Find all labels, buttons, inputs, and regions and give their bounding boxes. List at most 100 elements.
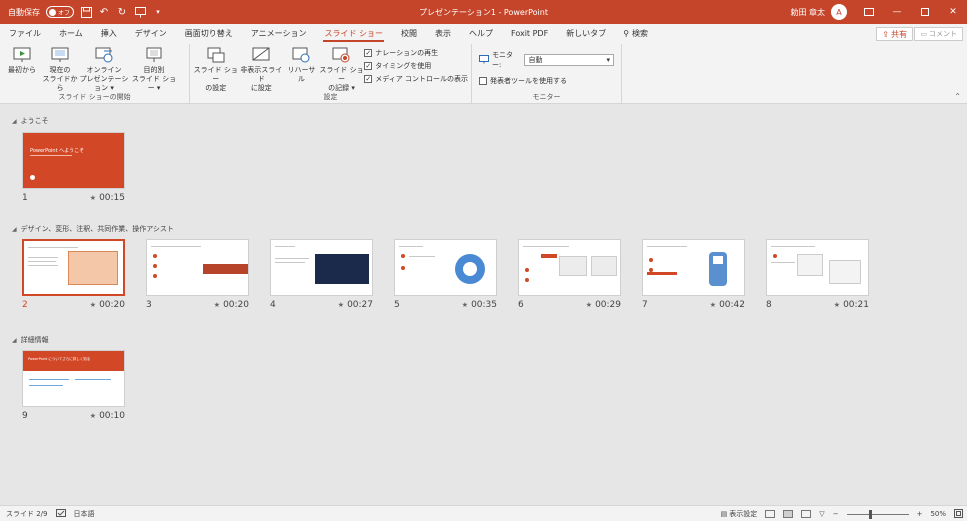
ribbon-tabs: ファイル ホーム 挿入 デザイン 画面切り替え アニメーション スライド ショー…	[0, 24, 967, 44]
presenter-view-checkbox[interactable]: 発表者ツールを使用する	[479, 76, 614, 86]
close-icon[interactable]: ✕	[939, 0, 967, 24]
from-beginning-button[interactable]: 最初から	[3, 46, 41, 75]
custom-slideshow-icon	[145, 46, 163, 64]
collapse-ribbon-icon[interactable]: ⌃	[954, 92, 961, 101]
start-from-beginning-icon[interactable]	[134, 6, 146, 18]
hide-slide-icon	[252, 46, 270, 64]
slide-thumbnail[interactable]: 4 ★ 00:27	[270, 239, 373, 310]
tab-foxit-pdf[interactable]: Foxit PDF	[502, 24, 557, 44]
zoom-level[interactable]: 50%	[930, 510, 946, 518]
reading-view-icon[interactable]	[801, 510, 812, 518]
use-timings-checkbox[interactable]: ✓ タイミングを使用	[364, 61, 468, 71]
record-slideshow-button[interactable]: スライド ショー の記録 ▾	[319, 46, 365, 93]
redo-icon[interactable]: ↻	[116, 6, 128, 18]
tab-file[interactable]: ファイル	[0, 24, 50, 44]
slide-number: 8	[766, 300, 772, 310]
slide-sorter-view-icon[interactable]	[783, 510, 794, 518]
record-slideshow-label: スライド ショー の記録 ▾	[319, 66, 364, 92]
autosave-toggle[interactable]: オフ	[46, 6, 74, 18]
custom-slideshow-label: 目的別 スライド ショー ▾	[131, 66, 177, 92]
star-icon: ★	[89, 301, 97, 309]
normal-view-icon[interactable]	[765, 510, 776, 518]
ribbon-group-start-slideshow: 最初から 現在の スライドから オンライン プレゼンテーション ▾ 目的別 スラ…	[0, 44, 190, 104]
zoom-slider[interactable]	[846, 509, 909, 519]
play-narrations-checkbox[interactable]: ✓ ナレーションの再生	[364, 48, 468, 58]
setup-slideshow-label: スライド ショー の設定	[193, 66, 238, 92]
comment-label: コメント	[929, 30, 957, 38]
slide-duration: 00:21	[843, 300, 869, 310]
slideshow-view-icon[interactable]: ▽	[819, 510, 824, 518]
slide-number: 4	[270, 300, 276, 310]
user-name[interactable]: 勅田 章太	[790, 7, 825, 18]
ribbon: 最初から 現在の スライドから オンライン プレゼンテーション ▾ 目的別 スラ…	[0, 44, 967, 104]
slide-duration: 00:29	[595, 300, 621, 310]
star-icon: ★	[337, 301, 345, 309]
slide-preview	[642, 239, 745, 296]
hide-slide-button[interactable]: 非表示スライド に設定	[239, 46, 285, 93]
section-collapse-icon: ◢	[12, 336, 17, 344]
language-indicator[interactable]: 日本語	[74, 509, 95, 519]
star-icon: ★	[585, 301, 593, 309]
section-header-design[interactable]: ◢ デザイン、変形、注釈、共同作業、操作アシスト	[12, 224, 174, 234]
slide-thumbnail[interactable]: 6 ★ 00:29	[518, 239, 621, 310]
spelling-icon[interactable]	[55, 508, 66, 519]
slide-preview	[22, 239, 125, 296]
slide-number: 1	[22, 193, 28, 203]
rehearse-timings-button[interactable]: リハーサル	[284, 46, 319, 84]
tab-slide-show[interactable]: スライド ショー	[315, 24, 392, 44]
ribbon-display-options-icon[interactable]	[855, 0, 883, 24]
customize-qat-icon[interactable]: ▾	[152, 6, 164, 18]
zoom-in-button[interactable]: +	[917, 510, 923, 518]
slide-thumbnail[interactable]: PowerPoint へようこそ 1 ★ 00:15	[22, 132, 125, 203]
tab-review[interactable]: 校閲	[392, 24, 426, 44]
from-current-slide-button[interactable]: 現在の スライドから	[41, 46, 79, 93]
slide-thumbnail[interactable]: 5 ★ 00:35	[394, 239, 497, 310]
from-beginning-label: 最初から	[8, 66, 36, 74]
setup-slideshow-button[interactable]: スライド ショー の設定	[193, 46, 239, 93]
slide-number: 7	[642, 300, 648, 310]
slide-thumbnail[interactable]: 2 ★ 00:20	[22, 239, 125, 310]
slide-thumbnail[interactable]: PowerPoint についてさらに詳しく知る 9 ★ 00:10	[22, 350, 125, 421]
save-icon[interactable]	[80, 6, 92, 18]
slide-title: PowerPoint についてさらに詳しく知る	[28, 357, 91, 361]
undo-icon[interactable]: ↶	[98, 6, 110, 18]
slide-preview	[146, 239, 249, 296]
tab-home[interactable]: ホーム	[50, 24, 92, 44]
fit-to-window-icon[interactable]	[954, 508, 963, 520]
search-box[interactable]: ⚲ 検索	[615, 24, 656, 44]
slide-thumbnail[interactable]: 8 ★ 00:21	[766, 239, 869, 310]
slide-duration: 00:20	[99, 300, 125, 310]
monitor-select[interactable]: 自動 ▾	[524, 54, 614, 66]
group-label-monitor: モニター	[532, 93, 561, 101]
comment-button[interactable]: ▭ コメント	[914, 27, 963, 41]
show-media-controls-checkbox[interactable]: ✓ メディア コントロールの表示	[364, 74, 468, 84]
slide-duration: 00:10	[99, 411, 125, 421]
tab-insert[interactable]: 挿入	[92, 24, 126, 44]
zoom-slider-thumb[interactable]	[868, 509, 872, 519]
online-presentation-button[interactable]: オンライン プレゼンテーション ▾	[79, 46, 129, 93]
share-button[interactable]: ⇪ 共有	[876, 27, 913, 41]
zoom-out-button[interactable]: −	[833, 510, 839, 518]
share-icon: ⇪	[882, 29, 889, 39]
section-header-more-info[interactable]: ◢ 詳細情報	[12, 335, 49, 345]
tab-view[interactable]: 表示	[426, 24, 460, 44]
tab-new-tab[interactable]: 新しいタブ	[557, 24, 615, 44]
slide-thumbnail[interactable]: 7 ★ 00:42	[642, 239, 745, 310]
custom-slideshow-button[interactable]: 目的別 スライド ショー ▾	[129, 46, 179, 93]
checkbox-checked: ✓	[364, 61, 373, 70]
slide-duration: 00:15	[99, 193, 125, 203]
tab-help[interactable]: ヘルプ	[460, 24, 502, 44]
group-label-setup: 設定	[323, 93, 338, 101]
slide-preview: PowerPoint へようこそ	[22, 132, 125, 189]
section-header-welcome[interactable]: ◢ ようこそ	[12, 116, 49, 126]
display-settings-button[interactable]: ▤ 表示設定	[721, 509, 758, 519]
tab-animations[interactable]: アニメーション	[242, 24, 316, 44]
tab-transitions[interactable]: 画面切り替え	[176, 24, 242, 44]
minimize-icon[interactable]: —	[883, 0, 911, 24]
maximize-icon[interactable]	[911, 0, 939, 24]
slide-preview: PowerPoint についてさらに詳しく知る	[22, 350, 125, 407]
tab-design[interactable]: デザイン	[126, 24, 176, 44]
avatar[interactable]: A	[831, 4, 847, 20]
slide-thumbnail[interactable]: 3 ★ 00:20	[146, 239, 249, 310]
slide-duration: 00:20	[223, 300, 249, 310]
